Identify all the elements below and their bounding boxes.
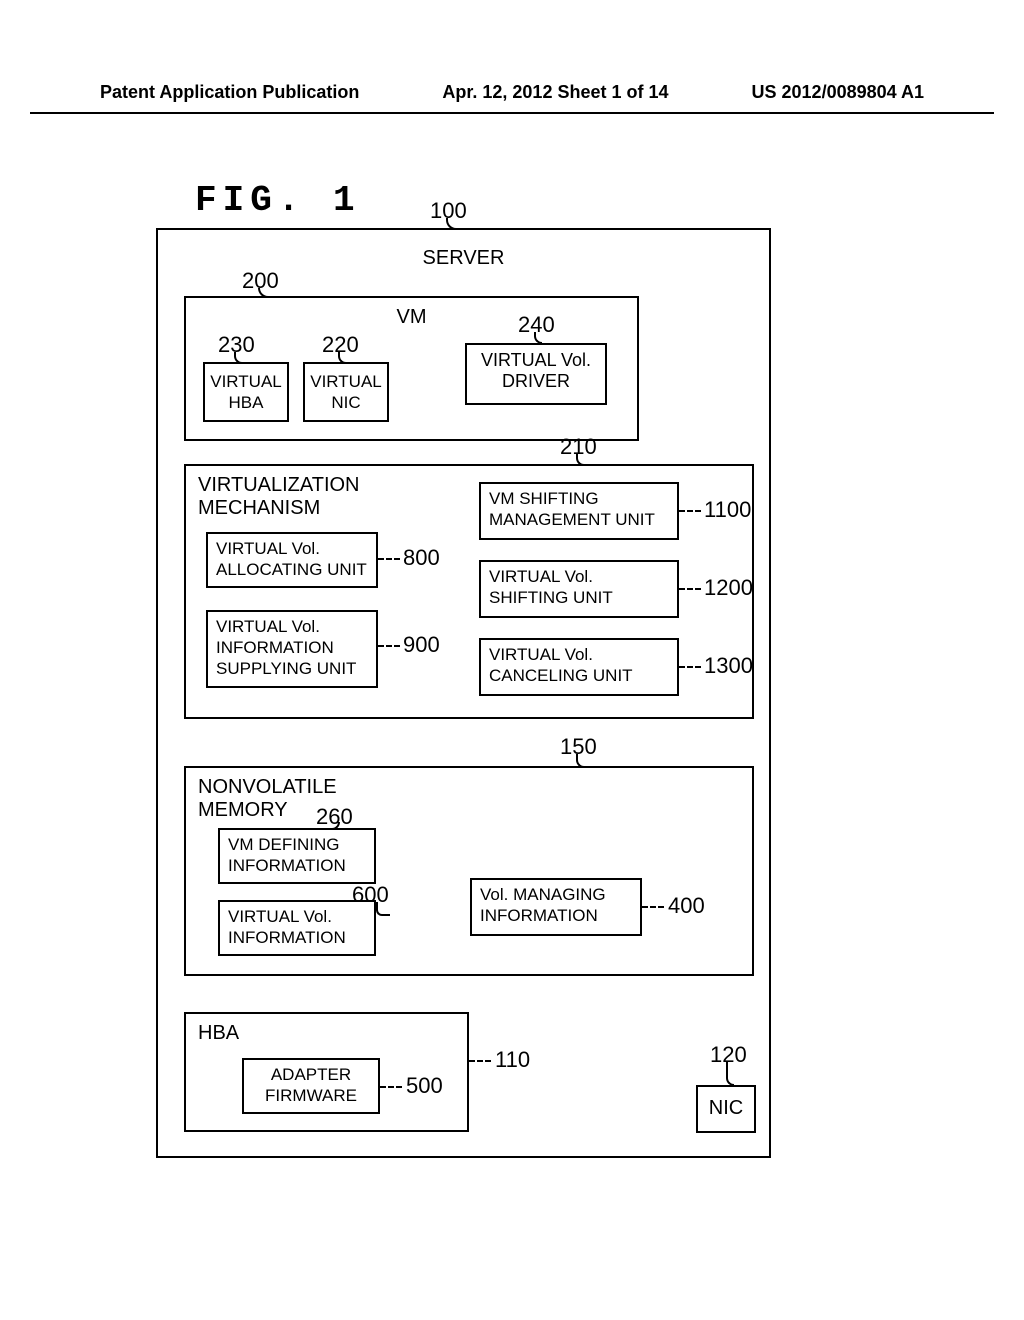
server-title: SERVER <box>423 247 505 270</box>
vvol-driver-box: VIRTUAL Vol. DRIVER <box>465 343 607 405</box>
virtual-hba-box: VIRTUAL HBA <box>203 362 289 422</box>
vm-title: VM <box>397 306 427 329</box>
fw-box: ADAPTER FIRMWARE <box>242 1058 380 1114</box>
alloc-unit-box: VIRTUAL Vol. ALLOCATING UNIT <box>206 532 378 588</box>
vvol-driver-label: VIRTUAL Vol. DRIVER <box>481 350 591 391</box>
shift-mgmt-label: VM SHIFTING MANAGEMENT UNIT <box>489 489 655 529</box>
header-left: Patent Application Publication <box>100 82 359 103</box>
virt-mech-title: VIRTUALIZATION MECHANISM <box>198 474 360 520</box>
nic-box: NIC <box>696 1085 756 1133</box>
figure-label: FIG. 1 <box>195 180 361 221</box>
vvol-info-label: VIRTUAL Vol. INFORMATION <box>228 907 346 947</box>
ref-fw: 500 <box>406 1073 443 1099</box>
virtual-hba-label: VIRTUAL HBA <box>210 372 282 412</box>
leader-line <box>378 558 400 560</box>
leader-line <box>380 1086 402 1088</box>
virtual-nic-label: VIRTUAL NIC <box>310 372 382 412</box>
vvol-info-box: VIRTUAL Vol. INFORMATION <box>218 900 376 956</box>
page: Patent Application Publication Apr. 12, … <box>0 0 1024 1320</box>
leader-line <box>679 666 701 668</box>
leader-line <box>642 906 664 908</box>
header-rule <box>30 112 994 114</box>
vol-mgmt-box: Vol. MANAGING INFORMATION <box>470 878 642 936</box>
ref-shift-mgmt: 1100 <box>704 497 751 523</box>
cancel-unit-box: VIRTUAL Vol. CANCELING UNIT <box>479 638 679 696</box>
ref-alloc-unit: 800 <box>403 545 440 571</box>
sup-unit-label: VIRTUAL Vol. INFORMATION SUPPLYING UNIT <box>216 617 356 678</box>
sup-unit-box: VIRTUAL Vol. INFORMATION SUPPLYING UNIT <box>206 610 378 688</box>
leader-line <box>679 510 701 512</box>
shift-mgmt-box: VM SHIFTING MANAGEMENT UNIT <box>479 482 679 540</box>
virtual-nic-box: VIRTUAL NIC <box>303 362 389 422</box>
cancel-unit-label: VIRTUAL Vol. CANCELING UNIT <box>489 645 633 685</box>
ref-hba: 110 <box>495 1047 530 1073</box>
shift-unit-label: VIRTUAL Vol. SHIFTING UNIT <box>489 567 613 607</box>
header-right: US 2012/0089804 A1 <box>752 82 924 103</box>
vol-mgmt-label: Vol. MANAGING INFORMATION <box>480 885 606 925</box>
fw-label: ADAPTER FIRMWARE <box>265 1065 357 1105</box>
ref-cancel-unit: 1300 <box>704 653 753 679</box>
leader-line <box>378 645 400 647</box>
ref-vol-mgmt: 400 <box>668 893 705 919</box>
leader-line <box>376 902 390 916</box>
ref-shift-unit: 1200 <box>704 575 753 601</box>
page-header: Patent Application Publication Apr. 12, … <box>0 82 1024 103</box>
leader-line <box>726 1062 734 1086</box>
header-center: Apr. 12, 2012 Sheet 1 of 14 <box>442 82 668 103</box>
leader-line <box>679 588 701 590</box>
ref-sup-unit: 900 <box>403 632 440 658</box>
shift-unit-box: VIRTUAL Vol. SHIFTING UNIT <box>479 560 679 618</box>
vm-def-label: VM DEFINING INFORMATION <box>228 835 346 875</box>
alloc-unit-label: VIRTUAL Vol. ALLOCATING UNIT <box>216 539 367 579</box>
hba-title: HBA <box>198 1022 239 1045</box>
leader-line <box>469 1060 491 1062</box>
nic-label: NIC <box>709 1097 743 1119</box>
vm-def-box: VM DEFINING INFORMATION <box>218 828 376 884</box>
